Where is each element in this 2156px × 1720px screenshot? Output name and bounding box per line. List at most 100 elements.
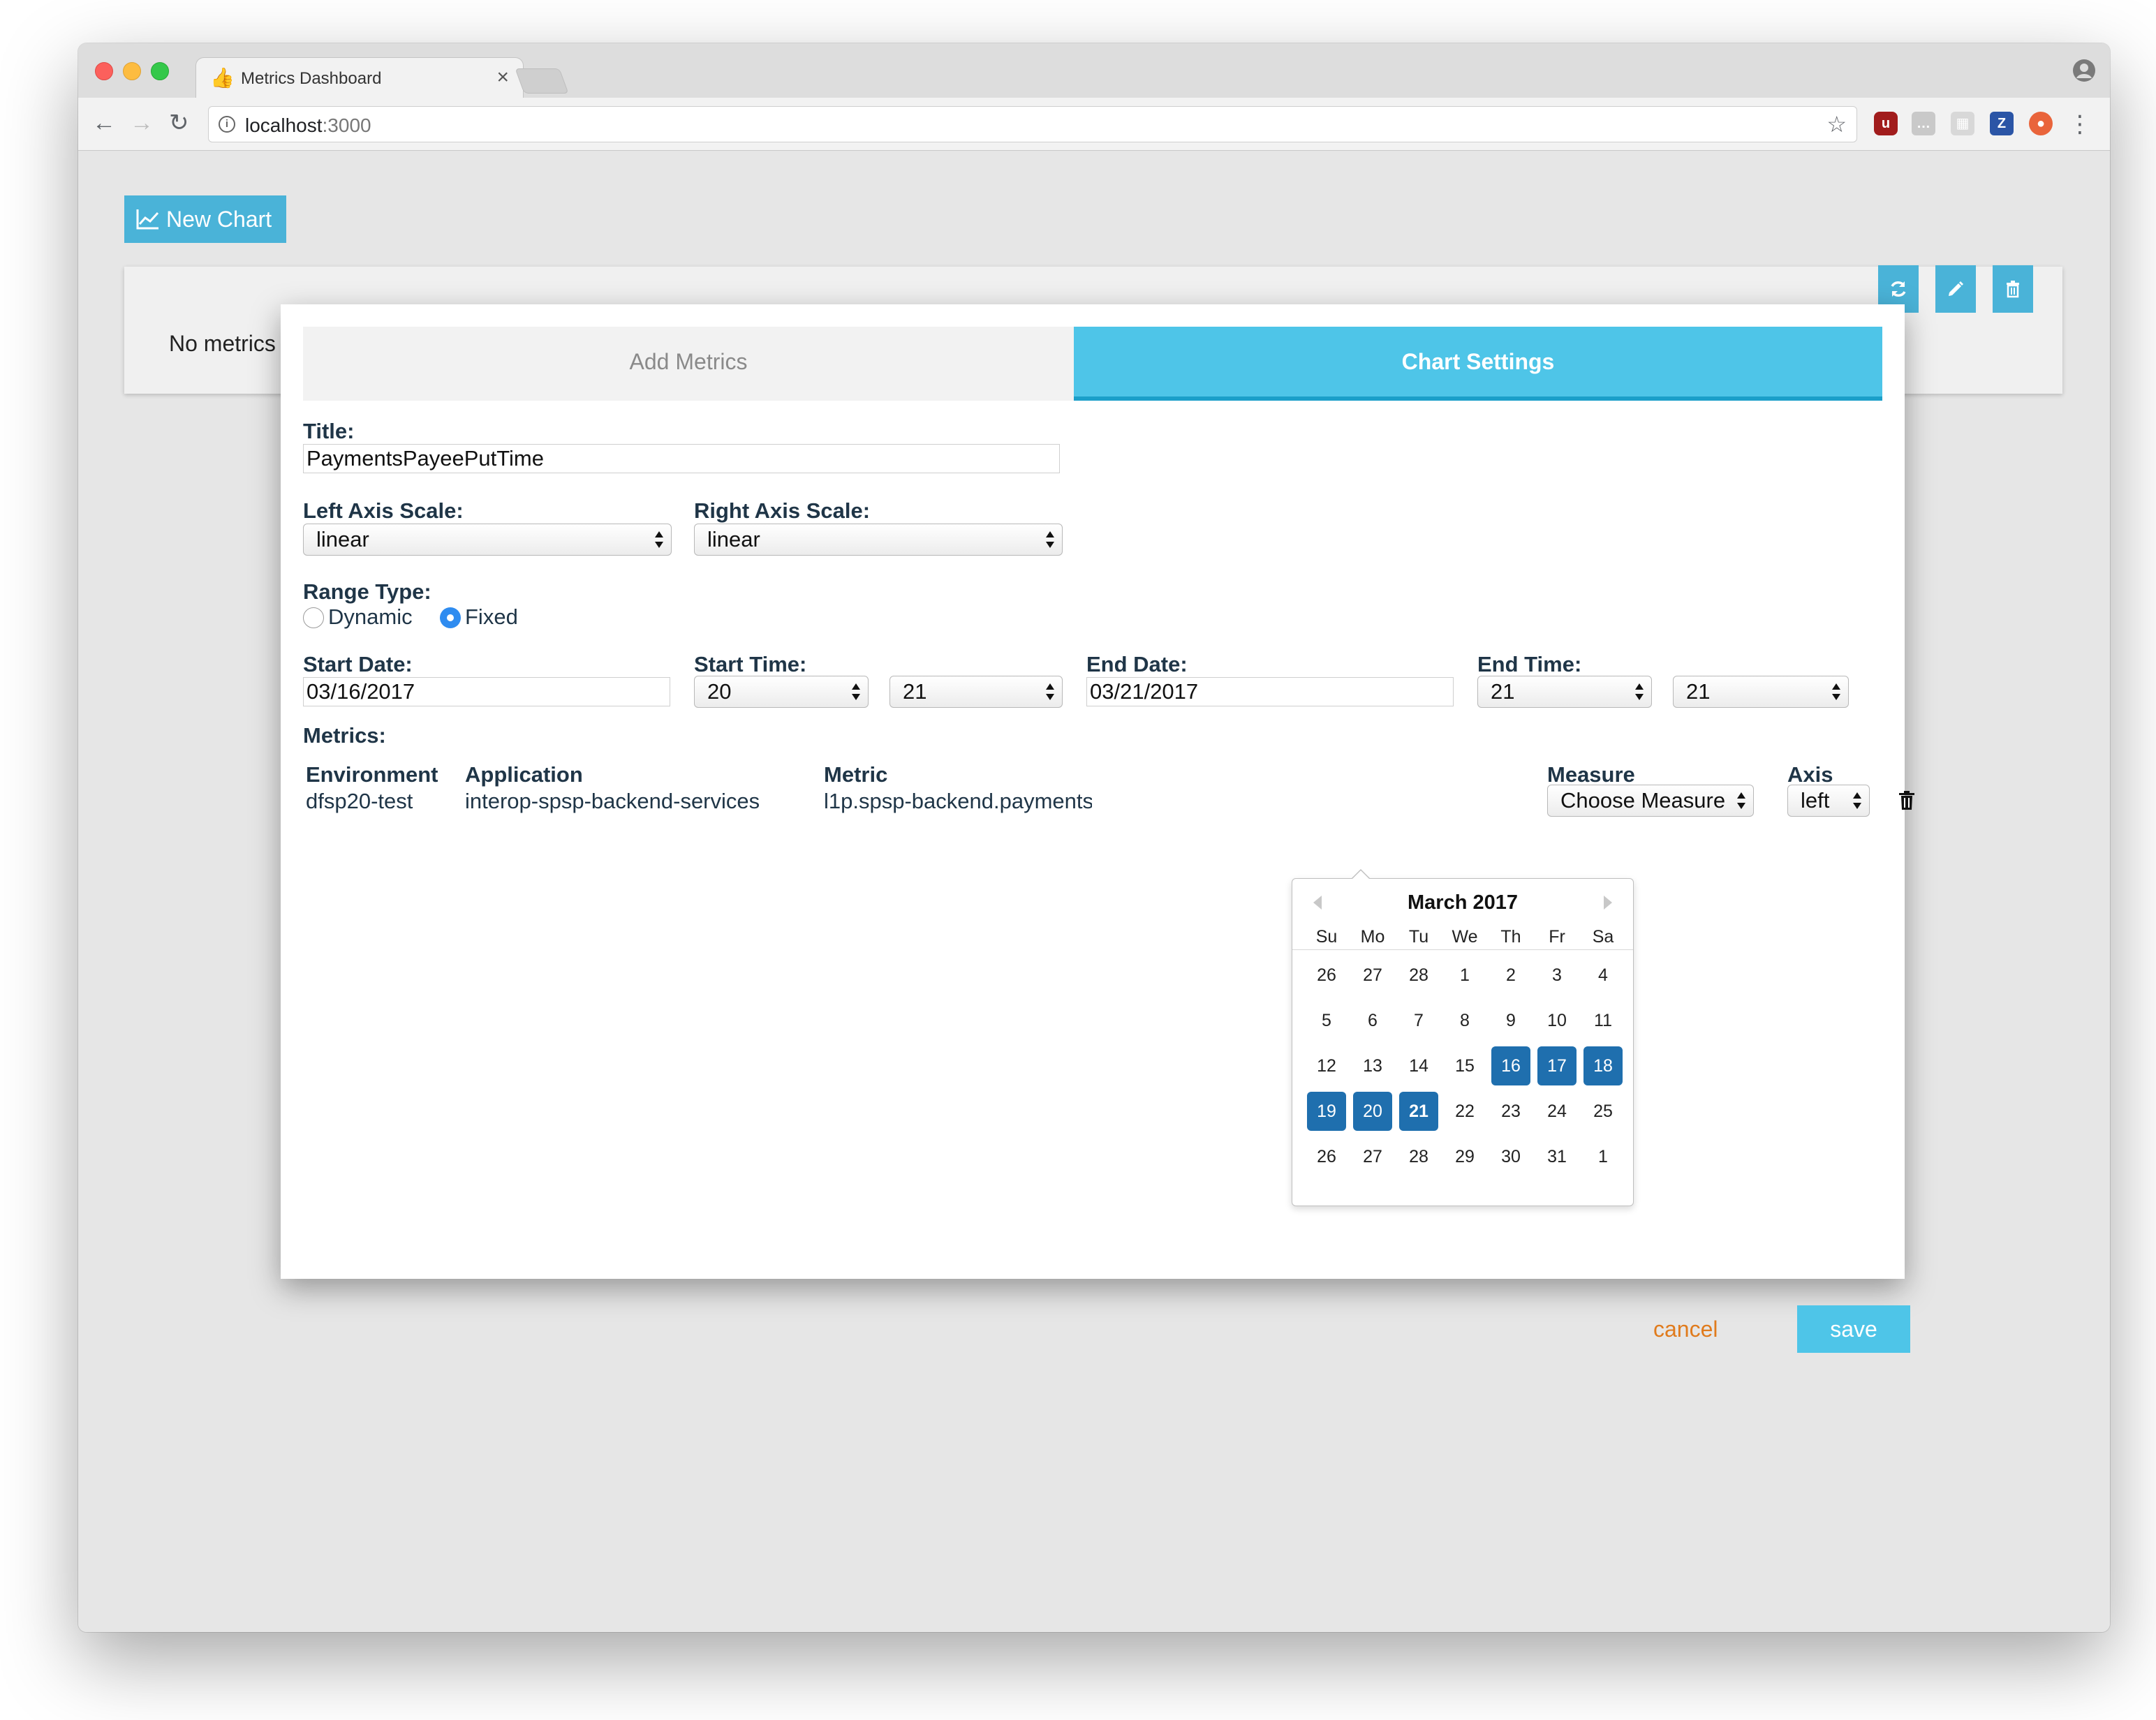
calendar-day[interactable]: 6 [1353,1001,1392,1040]
calendar-day[interactable]: 26 [1307,1137,1346,1176]
chat-extension-icon[interactable]: … [1912,112,1935,135]
select-arrows-icon [1737,792,1745,809]
calendar-day[interactable]: 18 [1583,1046,1623,1085]
calendar-day[interactable]: 30 [1491,1137,1530,1176]
back-arrow-icon[interactable]: ← [92,109,116,137]
measure-select[interactable]: Choose Measure [1547,785,1754,817]
pencil-icon [1949,281,1963,296]
calendar-day[interactable]: 28 [1399,1137,1438,1176]
calendar-day[interactable]: 12 [1307,1046,1346,1085]
range-dynamic-label: Dynamic [328,605,413,629]
weekday-label: Fr [1549,927,1565,947]
calendar-day[interactable]: 22 [1445,1092,1484,1131]
range-fixed-radio[interactable] [440,607,461,628]
calendar-day[interactable]: 27 [1353,1137,1392,1176]
calendar-day[interactable]: 31 [1537,1137,1577,1176]
ublock-extension-icon[interactable]: u [1874,112,1898,135]
left-axis-scale-select[interactable]: linear [303,524,672,556]
calendar-day[interactable]: 5 [1307,1001,1346,1040]
new-chart-label: New Chart [166,207,272,232]
calendar-day[interactable]: 4 [1583,956,1623,995]
delete-chart-button[interactable] [1993,265,2033,313]
range-type-label: Range Type: [303,579,431,604]
right-axis-scale-select[interactable]: linear [694,524,1063,556]
select-arrows-icon [852,683,860,700]
start-hour-select[interactable]: 20 [694,676,869,708]
calendar-day[interactable]: 21 [1399,1092,1438,1131]
site-info-icon[interactable]: i [219,116,235,133]
start-minute-select[interactable]: 21 [889,676,1063,708]
calendar-day[interactable]: 10 [1537,1001,1577,1040]
new-tab-button[interactable] [515,68,569,94]
end-minute-select[interactable]: 21 [1673,676,1849,708]
calendar-day[interactable]: 24 [1537,1092,1577,1131]
tab-title: Metrics Dashboard [241,69,382,88]
calendar-day[interactable]: 20 [1353,1092,1392,1131]
duckduckgo-extension-icon[interactable]: ● [2029,112,2053,135]
zotero-extension-icon[interactable]: Z [1990,112,2014,135]
calendar-day[interactable]: 16 [1491,1046,1530,1085]
calendar-day[interactable]: 29 [1445,1137,1484,1176]
browser-menu-icon[interactable]: ⋮ [2068,110,2092,138]
calendar-day[interactable]: 1 [1445,956,1484,995]
end-hour-select[interactable]: 21 [1477,676,1652,708]
calendar-day[interactable]: 28 [1399,956,1438,995]
save-button[interactable]: save [1797,1305,1910,1353]
close-window-button[interactable] [95,62,113,80]
calendar-day[interactable]: 13 [1353,1046,1392,1085]
select-arrows-icon [1635,683,1644,700]
calendar-day[interactable]: 15 [1445,1046,1484,1085]
delete-metric-icon[interactable] [1898,790,1916,811]
select-arrows-icon [1046,531,1054,548]
next-month-icon[interactable] [1604,896,1612,910]
select-arrows-icon [1832,683,1840,700]
calendar-day[interactable]: 3 [1537,956,1577,995]
calendar-day[interactable]: 27 [1353,956,1392,995]
left-axis-scale-value: linear [316,527,369,551]
calendar-day[interactable]: 25 [1583,1092,1623,1131]
weekday-label: Su [1315,927,1338,947]
bookmark-star-icon[interactable]: ☆ [1826,112,1847,136]
axis-select[interactable]: left [1787,785,1870,817]
calendar-day[interactable]: 8 [1445,1001,1484,1040]
browser-tab-active[interactable]: 👍 Metrics Dashboard × [195,57,524,98]
range-dynamic-radio[interactable] [303,607,324,628]
minimize-window-button[interactable] [123,62,141,80]
tab-chart-settings[interactable]: Chart Settings [1074,327,1882,401]
edit-chart-button[interactable] [1935,265,1976,313]
weekday-label: We [1452,927,1478,947]
date-picker: March 2017 Su Mo Tu We Th Fr Sa 26 27 28 1 2 3 4 5 6 7 8… [1292,869,1634,1206]
grid-extension-icon[interactable]: ▦ [1951,112,1974,135]
title-input[interactable]: PaymentsPayeePutTime [303,444,1060,473]
calendar-day[interactable]: 17 [1537,1046,1577,1085]
calendar-day[interactable]: 9 [1491,1001,1530,1040]
calendar-day[interactable]: 2 [1491,956,1530,995]
calendar-day[interactable]: 1 [1583,1137,1623,1176]
calendar-day[interactable]: 26 [1307,956,1346,995]
calendar-day[interactable]: 11 [1583,1001,1623,1040]
range-fixed-label: Fixed [465,605,518,629]
calendar-day[interactable]: 14 [1399,1046,1438,1085]
select-arrows-icon [1046,683,1054,700]
reload-icon[interactable]: ↻ [169,109,189,137]
forward-arrow-icon[interactable]: → [130,109,154,137]
profile-icon[interactable] [2072,59,2096,82]
chart-settings-modal: Add Metrics Chart Settings Title: Paymen… [281,304,1914,1353]
end-date-label: End Date: [1086,652,1188,676]
new-chart-button[interactable]: New Chart [124,195,286,243]
maximize-window-button[interactable] [151,62,169,80]
start-date-input[interactable]: 03/16/2017 [303,677,670,706]
select-arrows-icon [655,531,663,548]
tab-close-icon[interactable]: × [496,67,509,88]
calendar-day[interactable]: 23 [1491,1092,1530,1131]
start-time-label: Start Time: [694,652,807,676]
calendar-day[interactable]: 7 [1399,1001,1438,1040]
cancel-button[interactable]: cancel [1653,1315,1718,1343]
right-axis-scale-label: Right Axis Scale: [694,498,871,523]
tab-strip: 👍 Metrics Dashboard × [78,43,2110,98]
end-date-input[interactable]: 03/21/2017 [1086,677,1454,706]
address-bar[interactable]: i localhost:3000 ☆ [208,106,1857,142]
calendar-day[interactable]: 19 [1307,1092,1346,1131]
tab-add-metrics[interactable]: Add Metrics [303,327,1074,401]
measure-select-value: Choose Measure [1560,788,1726,813]
